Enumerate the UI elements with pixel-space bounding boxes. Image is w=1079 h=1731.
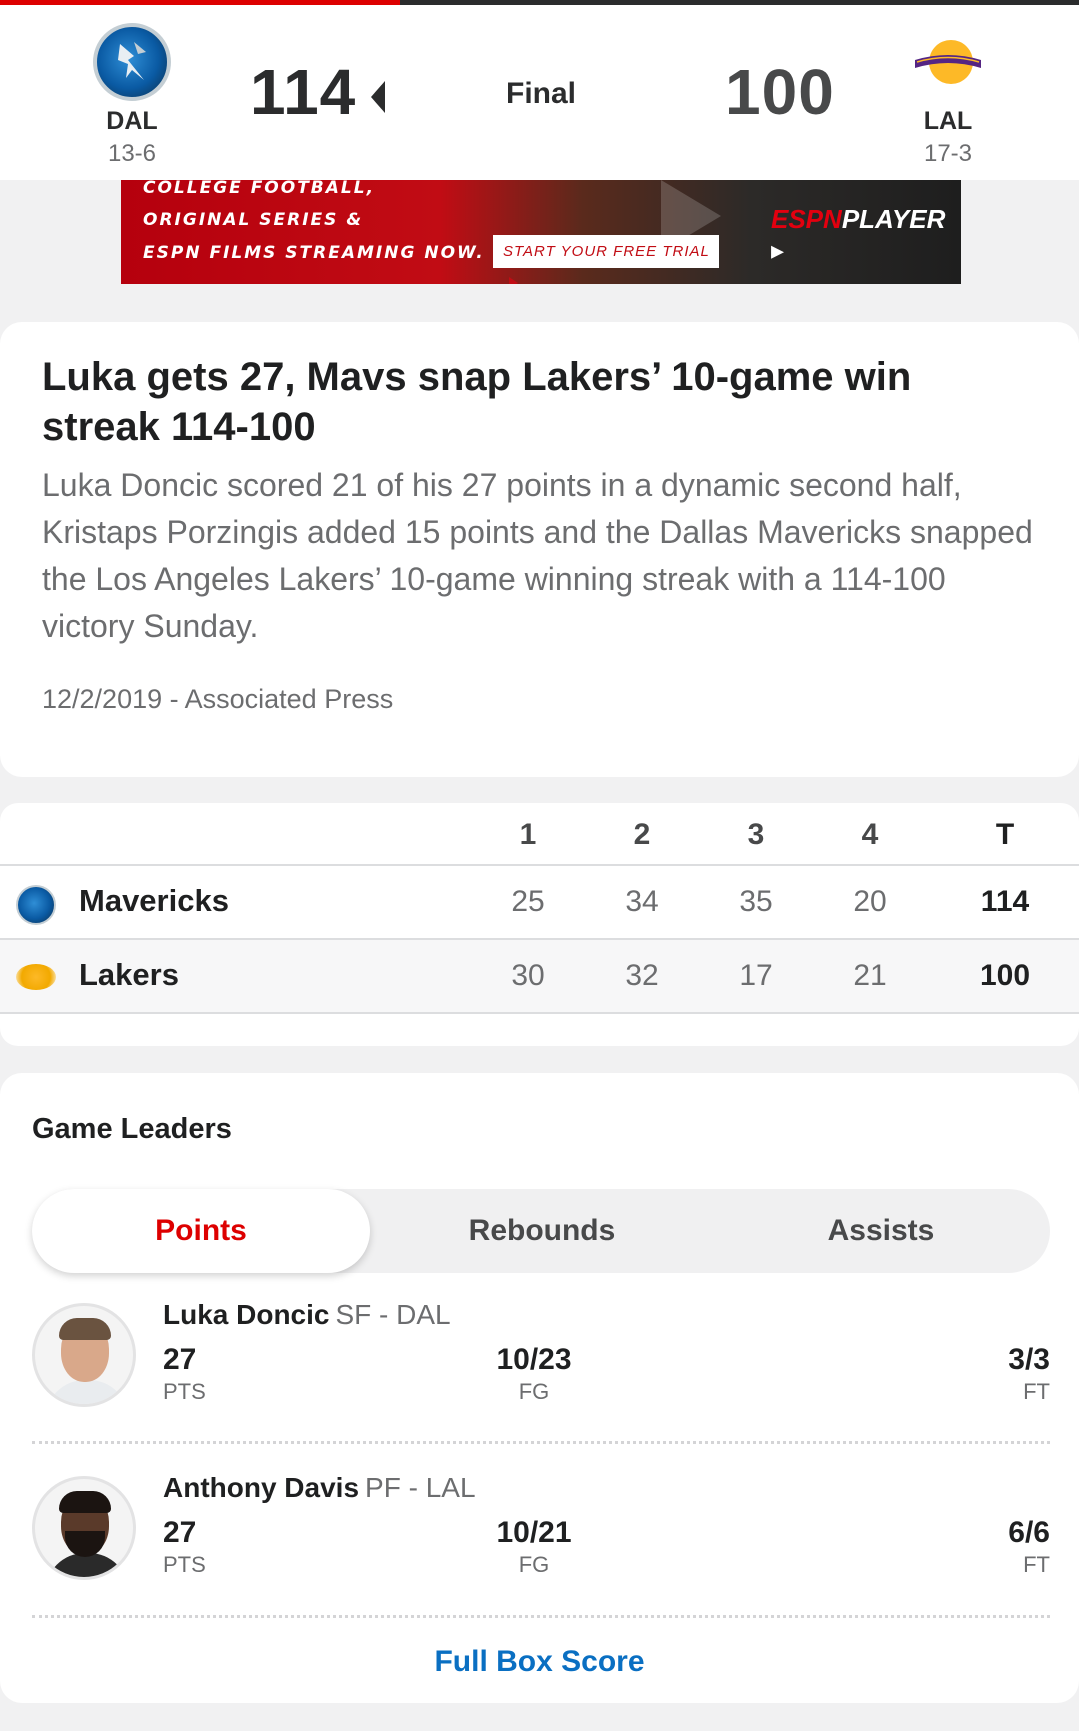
stat-value: 27 [163,1343,197,1376]
stat-label: FT [1023,1552,1050,1577]
stat-label: FT [1023,1379,1050,1404]
player-name: Anthony Davis [163,1472,360,1503]
story-meta: 12/2/2019 - Associated Press [42,684,394,714]
espn-player-logo: ESPNPLAYER ▸ [771,204,961,266]
stat-value: 10/23 [496,1343,572,1376]
q1-score: 25 [511,885,545,918]
q2-score: 32 [625,959,659,992]
team-name: Mavericks [79,883,229,918]
home-team[interactable]: LAL 17-3 [888,23,1008,168]
home-score: 100 [725,56,835,128]
leader-row[interactable]: Anthony Davis PF - LAL 27 PTS 10/21 FG 6/6 F… [32,1472,1050,1626]
stat-label: FG [518,1552,550,1577]
story-headline[interactable]: Luka gets 27, Mavs snap Lakers’ 10-game … [42,352,1032,452]
header-q1: 1 [519,818,537,851]
stat-value: 10/21 [496,1516,572,1549]
leader-row[interactable]: Luka Doncic SF - DAL 27 PTS 10/23 FG 3/3 FT [32,1299,1050,1453]
away-team[interactable]: DAL 13-6 [72,23,192,168]
q3-score: 35 [739,885,773,918]
away-team-record: 13-6 [107,140,157,167]
game-story-card[interactable]: Luka gets 27, Mavs snap Lakers’ 10-game … [0,322,1079,777]
total-score: 100 [979,959,1031,992]
leaders-tab-bar: Points Rebounds Assists [32,1189,1050,1273]
score-header: DAL 13-6 114 Final 100 LAL 17-3 [0,5,1079,180]
game-status: Final [506,77,577,110]
tab-rebounds[interactable]: Rebounds [372,1189,712,1273]
tab-assists[interactable]: Assists [712,1189,1050,1273]
player-name-line: Luka Doncic SF - DAL [163,1299,451,1331]
caret-right-icon: ▸ [771,235,785,265]
stat-label: PTS [163,1552,206,1577]
header-q2: 2 [633,818,651,851]
stat-label: FG [518,1379,550,1404]
avatar-shoulders [45,1380,129,1404]
stat-value: 3/3 [1008,1343,1050,1376]
full-box-score-link[interactable]: Full Box Score [0,1645,1079,1679]
avatar-hair [59,1318,111,1340]
team-name: Lakers [79,957,179,992]
header-q4: 4 [861,818,879,851]
stat-free-throws: 6/6 FT [1008,1516,1050,1578]
player-name: Luka Doncic [163,1299,330,1330]
tab-points[interactable]: Points [32,1189,370,1273]
stat-field-goals: 10/21 FG [472,1516,596,1578]
game-leaders-title: Game Leaders [32,1113,232,1145]
mavericks-logo-icon [93,23,171,101]
away-score: 114 [250,56,357,128]
ad-line-2: ORIGINAL SERIES & [143,210,364,230]
player-position: SF - DAL [335,1299,451,1330]
q4-score: 20 [853,885,887,918]
stat-field-goals: 10/23 FG [472,1343,596,1405]
home-team-abbr: LAL [923,107,973,135]
linescore-table: 1 2 3 4 T Mavericks 25 34 35 20 114 Lake… [0,803,1079,1046]
linescore-row-mavericks: Mavericks 25 34 35 20 114 [0,866,1079,940]
q1-score: 30 [511,959,545,992]
header-q3: 3 [747,818,765,851]
home-team-record: 17-3 [923,140,973,167]
ad-cta-label: START YOUR FREE TRIAL [503,243,710,260]
espn-logo-text: ESPN [771,204,842,234]
player-position: PF - LAL [365,1472,476,1503]
stat-value: 27 [163,1516,197,1549]
winner-arrow-icon [371,81,385,113]
game-leaders-card: Game Leaders Points Rebounds Assists Luk… [0,1073,1079,1703]
linescore-header: 1 2 3 4 T [0,803,1079,866]
q4-score: 21 [853,959,887,992]
total-score: 114 [980,885,1030,918]
story-summary: Luka Doncic scored 21 of his 27 points i… [42,467,1033,644]
lakers-small-logo-icon [16,964,56,990]
away-team-abbr: DAL [106,107,158,135]
stat-label: PTS [163,1379,206,1404]
lakers-logo-icon [909,23,987,101]
avatar-hair [59,1491,111,1513]
linescore-row-lakers: Lakers 30 32 17 21 100 [0,940,1079,1014]
stat-value: 6/6 [1008,1516,1050,1549]
player-avatar [32,1303,136,1407]
ad-cta-button[interactable]: START YOUR FREE TRIAL [493,235,719,284]
stat-points: 27 PTS [163,1516,206,1578]
play-arrow-icon [509,277,518,284]
q3-score: 17 [739,959,773,992]
player-name-line: Anthony Davis PF - LAL [163,1472,476,1504]
player-avatar [32,1476,136,1580]
q2-score: 34 [625,885,659,918]
player-logo-text: PLAYER [841,204,946,234]
avatar-shoulders [45,1553,129,1577]
divider [32,1615,1050,1618]
avatar-beard [65,1531,105,1557]
header-total: T [995,818,1015,851]
ad-line-3: ESPN FILMS STREAMING NOW. [143,243,485,263]
stat-points: 27 PTS [163,1343,206,1405]
ad-banner[interactable]: COLLEGE FOOTBALL, ORIGINAL SERIES & ESPN… [121,180,961,284]
stat-free-throws: 3/3 FT [1008,1343,1050,1405]
mavericks-small-logo-icon [16,885,56,925]
ad-line-1: COLLEGE FOOTBALL, [143,180,376,198]
divider [32,1441,1050,1444]
